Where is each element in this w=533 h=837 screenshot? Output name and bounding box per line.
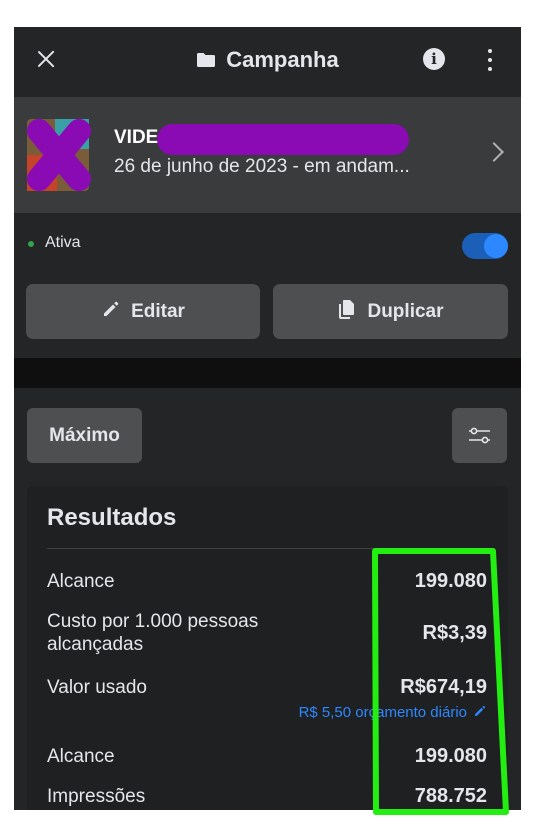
- edit-label: Editar: [131, 300, 185, 322]
- edit-button[interactable]: Editar: [26, 284, 260, 339]
- active-toggle[interactable]: [462, 233, 508, 259]
- campaign-meta: 26 de junho de 2023 - em andam...: [114, 156, 410, 177]
- more-icon[interactable]: [480, 46, 500, 74]
- chevron-right-icon: [484, 142, 504, 162]
- metric-label: Valor usado: [47, 677, 147, 698]
- view-mode-button[interactable]: Máximo: [27, 408, 142, 463]
- top-bar: Campanha i: [14, 27, 521, 97]
- redaction-bar: [157, 124, 409, 155]
- status-label: Ativa: [45, 234, 81, 251]
- results-title: Resultados: [47, 504, 177, 531]
- status-dot: [28, 241, 34, 247]
- toggle-knob: [484, 234, 508, 258]
- folder-icon: [196, 52, 216, 68]
- campaign-name: VIDE: [114, 127, 159, 148]
- metric-label: Custo por 1.000 pessoas alcançadas: [47, 611, 259, 655]
- page-title-text: Campanha: [226, 47, 339, 72]
- duplicate-button[interactable]: Duplicar: [273, 284, 508, 339]
- section-divider: [14, 358, 521, 388]
- highlight-annotation: [372, 548, 509, 815]
- info-icon[interactable]: i: [423, 48, 445, 70]
- status-section: Ativa Editar Duplicar: [14, 213, 521, 358]
- pencil-icon: [101, 299, 121, 325]
- metric-label: Alcance: [47, 746, 115, 767]
- metric-label: Alcance: [47, 571, 115, 592]
- duplicate-label: Duplicar: [367, 300, 444, 322]
- filter-icon[interactable]: [452, 408, 507, 463]
- campaign-thumbnail: [25, 115, 95, 195]
- campaign-row[interactable]: VIDE 26 de junho de 2023 - em andam...: [14, 97, 521, 213]
- duplicate-icon: [337, 298, 357, 326]
- metric-label: Impressões: [47, 786, 146, 807]
